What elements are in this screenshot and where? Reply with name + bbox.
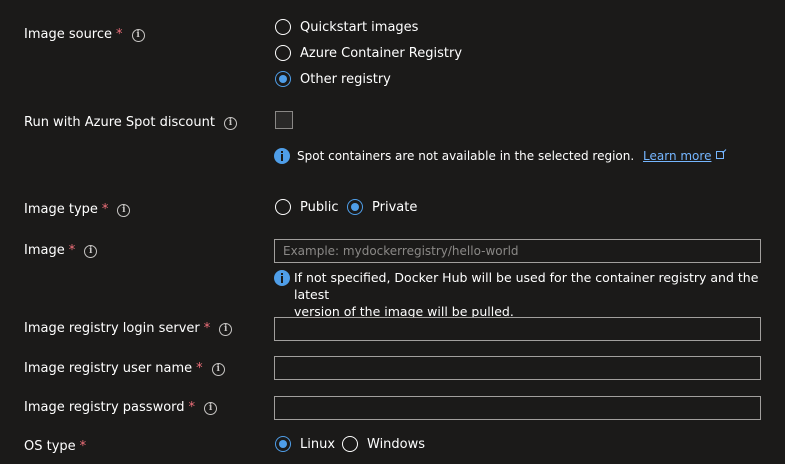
password-label: Image registry password * — [24, 400, 218, 416]
external-link-icon[interactable] — [716, 151, 725, 159]
radio-label: Windows — [367, 436, 426, 452]
image-source-label: Image source * — [24, 27, 145, 43]
info-icon[interactable] — [223, 116, 237, 130]
image-type-label: Image type * — [24, 202, 131, 218]
spot-info-message: Spot containers are not available in the… — [274, 148, 725, 165]
spot-info-text: Spot containers are not available in the… — [297, 148, 725, 165]
radio-private[interactable]: Private — [347, 199, 417, 215]
radio-label: Linux — [300, 436, 336, 452]
radio-other-registry[interactable]: Other registry — [275, 71, 391, 87]
image-info-message: If not specified, Docker Hub will be use… — [274, 269, 785, 320]
image-source-label-text: Image source — [24, 27, 113, 42]
login-server-label: Image registry login server * — [24, 321, 233, 337]
required-asterisk: * — [101, 202, 109, 217]
os-type-label: OS type * — [24, 439, 86, 455]
spot-discount-label: Run with Azure Spot discount — [24, 115, 237, 131]
image-input[interactable] — [274, 239, 761, 263]
radio-circle-selected[interactable] — [347, 199, 363, 215]
user-name-label-text: Image registry user name — [24, 361, 193, 376]
password-input[interactable] — [274, 396, 761, 420]
radio-circle[interactable] — [275, 199, 291, 215]
image-info-text: If not specified, Docker Hub will be use… — [294, 269, 785, 320]
image-label: Image * — [24, 243, 98, 259]
image-info-line-1: If not specified, Docker Hub will be use… — [294, 270, 759, 302]
learn-more-link[interactable]: Learn more — [643, 149, 711, 163]
user-name-input[interactable] — [274, 356, 761, 380]
radio-circle[interactable] — [275, 19, 291, 35]
required-asterisk: * — [196, 361, 203, 376]
required-asterisk: * — [203, 321, 211, 336]
image-type-label-text: Image type — [24, 202, 98, 217]
radio-label: Quickstart images — [300, 19, 419, 35]
image-label-text: Image — [24, 243, 65, 258]
spot-discount-label-text: Run with Azure Spot discount — [24, 115, 215, 130]
spot-discount-checkbox[interactable] — [275, 111, 293, 129]
required-asterisk: * — [79, 439, 87, 454]
radio-circle-selected[interactable] — [275, 436, 291, 452]
required-asterisk: * — [188, 400, 196, 415]
required-asterisk: * — [68, 243, 76, 258]
info-icon[interactable] — [211, 362, 225, 376]
radio-label: Private — [372, 199, 418, 215]
info-icon[interactable] — [117, 203, 131, 217]
info-icon[interactable] — [84, 244, 98, 258]
info-icon[interactable] — [219, 322, 233, 336]
radio-circle-selected[interactable] — [275, 71, 291, 87]
info-icon[interactable] — [204, 401, 218, 415]
radio-windows[interactable]: Windows — [342, 436, 425, 452]
radio-public[interactable]: Public — [275, 199, 338, 215]
radio-label: Other registry — [300, 71, 391, 87]
login-server-input[interactable] — [274, 317, 761, 341]
radio-circle[interactable] — [342, 436, 358, 452]
os-type-label-text: OS type — [24, 439, 76, 454]
login-server-label-text: Image registry login server — [24, 321, 200, 336]
info-circle-icon — [274, 148, 290, 164]
radio-azure-container-registry[interactable]: Azure Container Registry — [275, 45, 462, 61]
info-circle-icon — [274, 270, 290, 286]
user-name-label: Image registry user name * — [24, 361, 225, 377]
info-icon[interactable] — [131, 28, 145, 42]
required-asterisk: * — [116, 27, 123, 42]
radio-label: Public — [300, 199, 339, 215]
spot-info-text-content: Spot containers are not available in the… — [297, 149, 635, 163]
password-label-text: Image registry password — [24, 400, 185, 415]
radio-label: Azure Container Registry — [300, 45, 463, 61]
radio-circle[interactable] — [275, 45, 291, 61]
radio-quickstart-images[interactable]: Quickstart images — [275, 19, 418, 35]
radio-linux[interactable]: Linux — [275, 436, 335, 452]
